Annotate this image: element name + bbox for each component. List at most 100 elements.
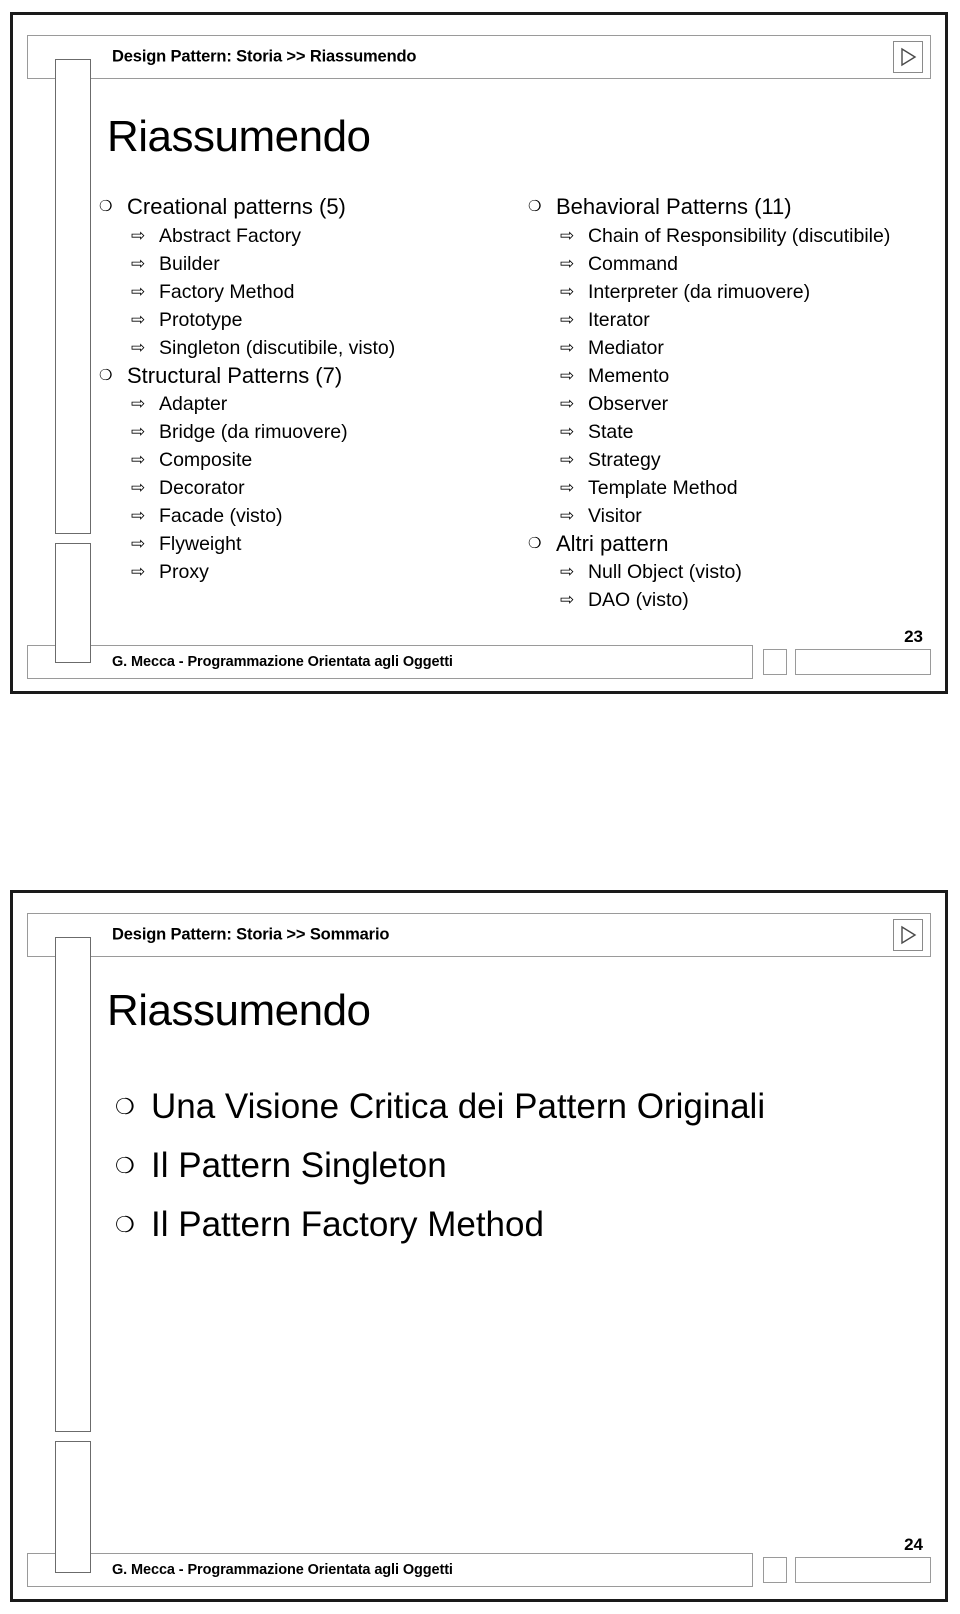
bullet-circle-icon: ❍ [99, 198, 113, 215]
list-item: ❍ Una Visione Critica dei Pattern Origin… [107, 1077, 915, 1136]
arrow-right-icon: ⇨ [131, 506, 146, 525]
list-item: ❍ Structural Patterns (7) ⇨ Adapter ⇨ Br… [89, 362, 518, 587]
page-number: 24 [904, 1535, 923, 1554]
list-item: ⇨ Adapter [127, 390, 518, 418]
bullet-circle-icon: ❍ [115, 1153, 135, 1178]
pattern-name: Observer [587, 392, 669, 415]
arrow-right-icon: ⇨ [559, 393, 575, 413]
pattern-name: Memento [587, 364, 670, 387]
decorative-bar-top [55, 59, 91, 534]
list-item: ⇨ Null Object (visto) [556, 558, 927, 586]
arrow-right-icon: ⇨ [559, 225, 575, 245]
list-item: ⇨ Proxy [127, 558, 518, 586]
footer-bar: G. Mecca - Programmazione Orientata agli… [27, 1553, 753, 1587]
arrow-right-icon: ⇨ [559, 365, 575, 385]
list-item: ⇨ State [556, 418, 927, 446]
pattern-name: Mediator [587, 336, 664, 359]
pattern-name: Bridge (da rimuovere) [159, 421, 348, 443]
decorative-bar-top [55, 937, 91, 1432]
slide-footer: G. Mecca - Programmazione Orientata agli… [27, 628, 931, 679]
play-triangle-icon [901, 47, 917, 67]
pattern-name: Composite [159, 449, 253, 471]
topic-label: Il Pattern Singleton [151, 1146, 447, 1185]
arrow-right-icon: ⇨ [131, 253, 146, 273]
arrow-right-icon: ⇨ [131, 562, 146, 581]
bullet-circle-icon: ❍ [527, 198, 542, 215]
list-item: ⇨ Decorator [127, 474, 518, 502]
decorative-bar-bottom [55, 1441, 91, 1573]
bullet-circle-icon: ❍ [99, 366, 113, 384]
group-label: Structural Patterns (7) [127, 362, 343, 388]
list-item: ⇨ Command [556, 250, 927, 278]
pattern-name: Strategy [587, 448, 661, 471]
list-item: ⇨ Prototype [127, 306, 518, 334]
arrow-right-icon: ⇨ [131, 394, 146, 413]
arrow-right-icon: ⇨ [559, 421, 575, 441]
pattern-name: State [587, 420, 634, 443]
page-title: Riassumendo [107, 112, 371, 161]
play-triangle-icon [901, 925, 917, 945]
arrow-right-icon: ⇨ [559, 253, 575, 273]
list-item: ⇨ Memento [556, 362, 927, 390]
pattern-name: Chain of Responsibility (discutibile) [587, 224, 891, 247]
sub-list: ⇨ Null Object (visto) ⇨ DAO (visto) [556, 558, 927, 614]
slide-header: Design Pattern: Storia >> Sommario [27, 913, 931, 957]
list-item: ⇨ Builder [127, 250, 518, 278]
pattern-name: Visitor [587, 504, 642, 527]
arrow-right-icon: ⇨ [559, 337, 575, 357]
topic-label: Una Visione Critica dei Pattern Original… [151, 1087, 766, 1126]
group-label: Behavioral Patterns (11) [555, 194, 792, 219]
topic-list: ❍ Una Visione Critica dei Pattern Origin… [107, 1077, 915, 1254]
footer-page-box [795, 1557, 931, 1583]
arrow-right-icon: ⇨ [559, 477, 575, 497]
list-item: ❍ Il Pattern Factory Method [107, 1195, 915, 1254]
list-item: ⇨ Iterator [556, 306, 927, 334]
list-item: ❍ Creational patterns (5) ⇨ Abstract Fac… [89, 193, 518, 362]
list-item: ⇨ Mediator [556, 334, 927, 362]
arrow-right-icon: ⇨ [131, 534, 146, 553]
arrow-right-icon: ⇨ [131, 225, 146, 245]
page-number: 23 [904, 627, 923, 646]
topic-label: Il Pattern Factory Method [151, 1205, 544, 1244]
pattern-name: Facade (visto) [159, 505, 283, 527]
list-item: ⇨ Singleton (discutibile, visto) [127, 334, 518, 362]
list-item: ❍ Il Pattern Singleton [107, 1136, 915, 1195]
pattern-name: Interpreter (da rimuovere) [587, 280, 811, 303]
left-column: ❍ Creational patterns (5) ⇨ Abstract Fac… [89, 193, 518, 614]
bullet-circle-icon: ❍ [115, 1094, 135, 1119]
pattern-name: Command [587, 252, 678, 275]
arrow-right-icon: ⇨ [131, 450, 146, 469]
pattern-name: Factory Method [159, 280, 295, 303]
pattern-name: Adapter [159, 393, 228, 415]
arrow-right-icon: ⇨ [559, 449, 575, 469]
footer-bar: G. Mecca - Programmazione Orientata agli… [27, 645, 753, 679]
slide-2: Design Pattern: Storia >> Sommario Riass… [10, 890, 948, 1602]
bullet-circle-icon: ❍ [115, 1212, 135, 1237]
pattern-name: Iterator [587, 308, 650, 331]
list-item: ⇨ Observer [556, 390, 927, 418]
bullet-circle-icon: ❍ [527, 534, 542, 552]
next-slide-button[interactable] [893, 41, 923, 73]
list-item: ⇨ Facade (visto) [127, 502, 518, 530]
page-title: Riassumendo [107, 986, 371, 1035]
list-item: ⇨ Visitor [556, 502, 927, 530]
breadcrumb: Design Pattern: Storia >> Riassumendo [112, 47, 417, 66]
list-item: ❍ Altri pattern ⇨ Null Object (visto) ⇨ … [518, 530, 927, 615]
pattern-name: Abstract Factory [159, 224, 301, 247]
pattern-group-list-left: ❍ Creational patterns (5) ⇨ Abstract Fac… [89, 193, 518, 586]
next-slide-button[interactable] [893, 919, 923, 951]
pattern-name: Singleton (discutibile, visto) [159, 336, 396, 359]
list-item: ⇨ Strategy [556, 446, 927, 474]
pattern-name: Proxy [159, 561, 209, 583]
pattern-name: Builder [159, 252, 220, 275]
pattern-name: Decorator [159, 477, 245, 499]
sub-list: ⇨ Adapter ⇨ Bridge (da rimuovere) ⇨ Comp… [127, 390, 518, 586]
content-columns: ❍ Creational patterns (5) ⇨ Abstract Fac… [89, 193, 927, 614]
arrow-right-icon: ⇨ [131, 422, 146, 441]
slide-header: Design Pattern: Storia >> Riassumendo [27, 35, 931, 79]
list-item: ❍ Behavioral Patterns (11) ⇨ Chain of Re… [518, 193, 927, 530]
arrow-right-icon: ⇨ [131, 337, 146, 357]
group-label: Altri pattern [555, 530, 669, 556]
list-item: ⇨ Abstract Factory [127, 222, 518, 250]
list-item: ⇨ Chain of Responsibility (discutibile) [556, 222, 927, 250]
